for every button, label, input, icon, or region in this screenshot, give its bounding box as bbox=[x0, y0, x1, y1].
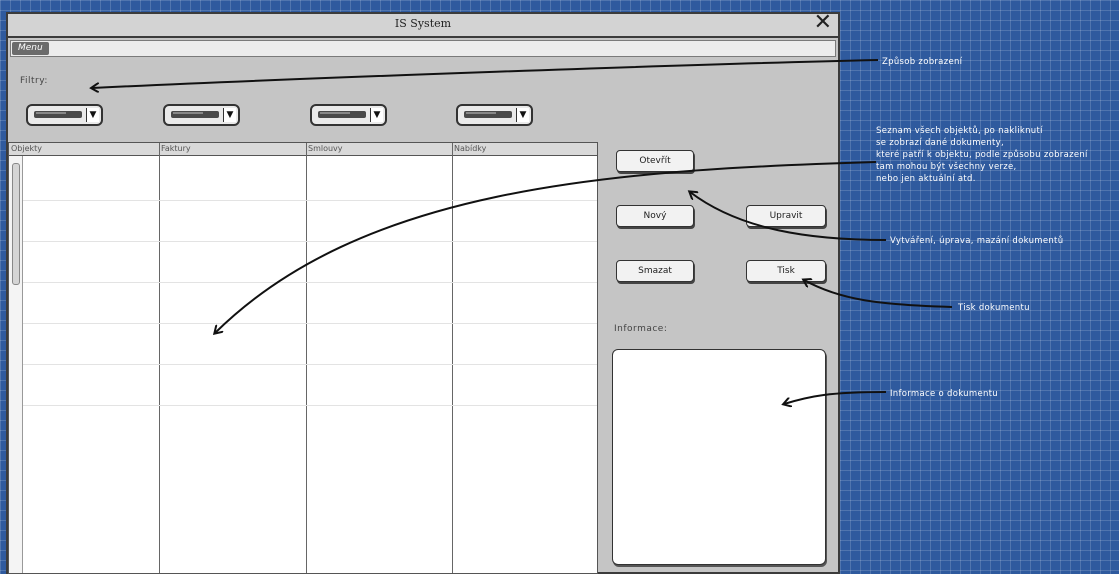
table-row[interactable] bbox=[23, 282, 597, 283]
annotation-object-list-5: nebo jen aktuální atd. bbox=[876, 174, 976, 184]
vertical-scrollbar[interactable] bbox=[9, 156, 23, 573]
chevron-down-icon: ▼ bbox=[516, 108, 529, 122]
open-button[interactable]: Otevřít bbox=[616, 150, 694, 172]
new-button[interactable]: Nový bbox=[616, 205, 694, 227]
table-row[interactable] bbox=[23, 405, 597, 406]
table-row[interactable] bbox=[23, 323, 597, 324]
table-row[interactable] bbox=[23, 364, 597, 365]
annotation-object-list-2: se zobrazí dané dokumenty, bbox=[876, 138, 1004, 148]
column-header-smlouvy[interactable]: Smlouvy bbox=[306, 143, 343, 155]
menu-bar: Menu bbox=[10, 40, 836, 57]
table-row[interactable] bbox=[23, 200, 597, 201]
chevron-down-icon: ▼ bbox=[86, 108, 99, 122]
annotation-view-mode: Způsob zobrazení bbox=[882, 57, 963, 67]
dropdown-value bbox=[34, 111, 82, 118]
filter-dropdown-2[interactable]: ▼ bbox=[163, 104, 240, 126]
edit-button[interactable]: Upravit bbox=[746, 205, 826, 227]
table-header: Objekty Faktury Smlouvy Nabídky bbox=[9, 143, 597, 156]
filter-dropdown-3[interactable]: ▼ bbox=[310, 104, 387, 126]
info-label: Informace: bbox=[614, 324, 668, 334]
column-divider bbox=[306, 143, 307, 573]
info-panel bbox=[612, 349, 826, 565]
annotation-object-list-3: které patří k objektu, podle způsobu zob… bbox=[876, 150, 1088, 160]
annotation-object-list-1: Seznam všech objektů, po nakliknutí bbox=[876, 126, 1043, 136]
column-header-nabidky[interactable]: Nabídky bbox=[452, 143, 486, 155]
column-divider bbox=[159, 143, 160, 573]
table-row[interactable] bbox=[23, 241, 597, 242]
filter-dropdown-4[interactable]: ▼ bbox=[456, 104, 533, 126]
annotation-object-list-4: tam mohou být všechny verze, bbox=[876, 162, 1017, 172]
annotation-doc-info: Informace o dokumentu bbox=[890, 389, 998, 399]
filters-label: Filtry: bbox=[20, 76, 48, 86]
column-header-objekty[interactable]: Objekty bbox=[9, 143, 42, 155]
annotation-crud: Vytváření, úprava, mazání dokumentů bbox=[890, 236, 1064, 246]
title-bar: IS System ✕ bbox=[8, 11, 838, 38]
delete-button[interactable]: Smazat bbox=[616, 260, 694, 282]
column-header-faktury[interactable]: Faktury bbox=[159, 143, 191, 155]
documents-table: Objekty Faktury Smlouvy Nabídky bbox=[8, 142, 598, 574]
print-button[interactable]: Tisk bbox=[746, 260, 826, 282]
column-divider bbox=[452, 143, 453, 573]
annotation-print: Tisk dokumentu bbox=[958, 303, 1030, 313]
menu-button[interactable]: Menu bbox=[12, 42, 49, 55]
chevron-down-icon: ▼ bbox=[223, 108, 236, 122]
dropdown-value bbox=[171, 111, 219, 118]
close-icon[interactable]: ✕ bbox=[814, 11, 832, 35]
filter-dropdown-1[interactable]: ▼ bbox=[26, 104, 103, 126]
window-title: IS System bbox=[394, 17, 452, 30]
dropdown-value bbox=[318, 111, 366, 118]
scrollbar-thumb[interactable] bbox=[12, 163, 20, 285]
dropdown-value bbox=[464, 111, 512, 118]
chevron-down-icon: ▼ bbox=[370, 108, 383, 122]
